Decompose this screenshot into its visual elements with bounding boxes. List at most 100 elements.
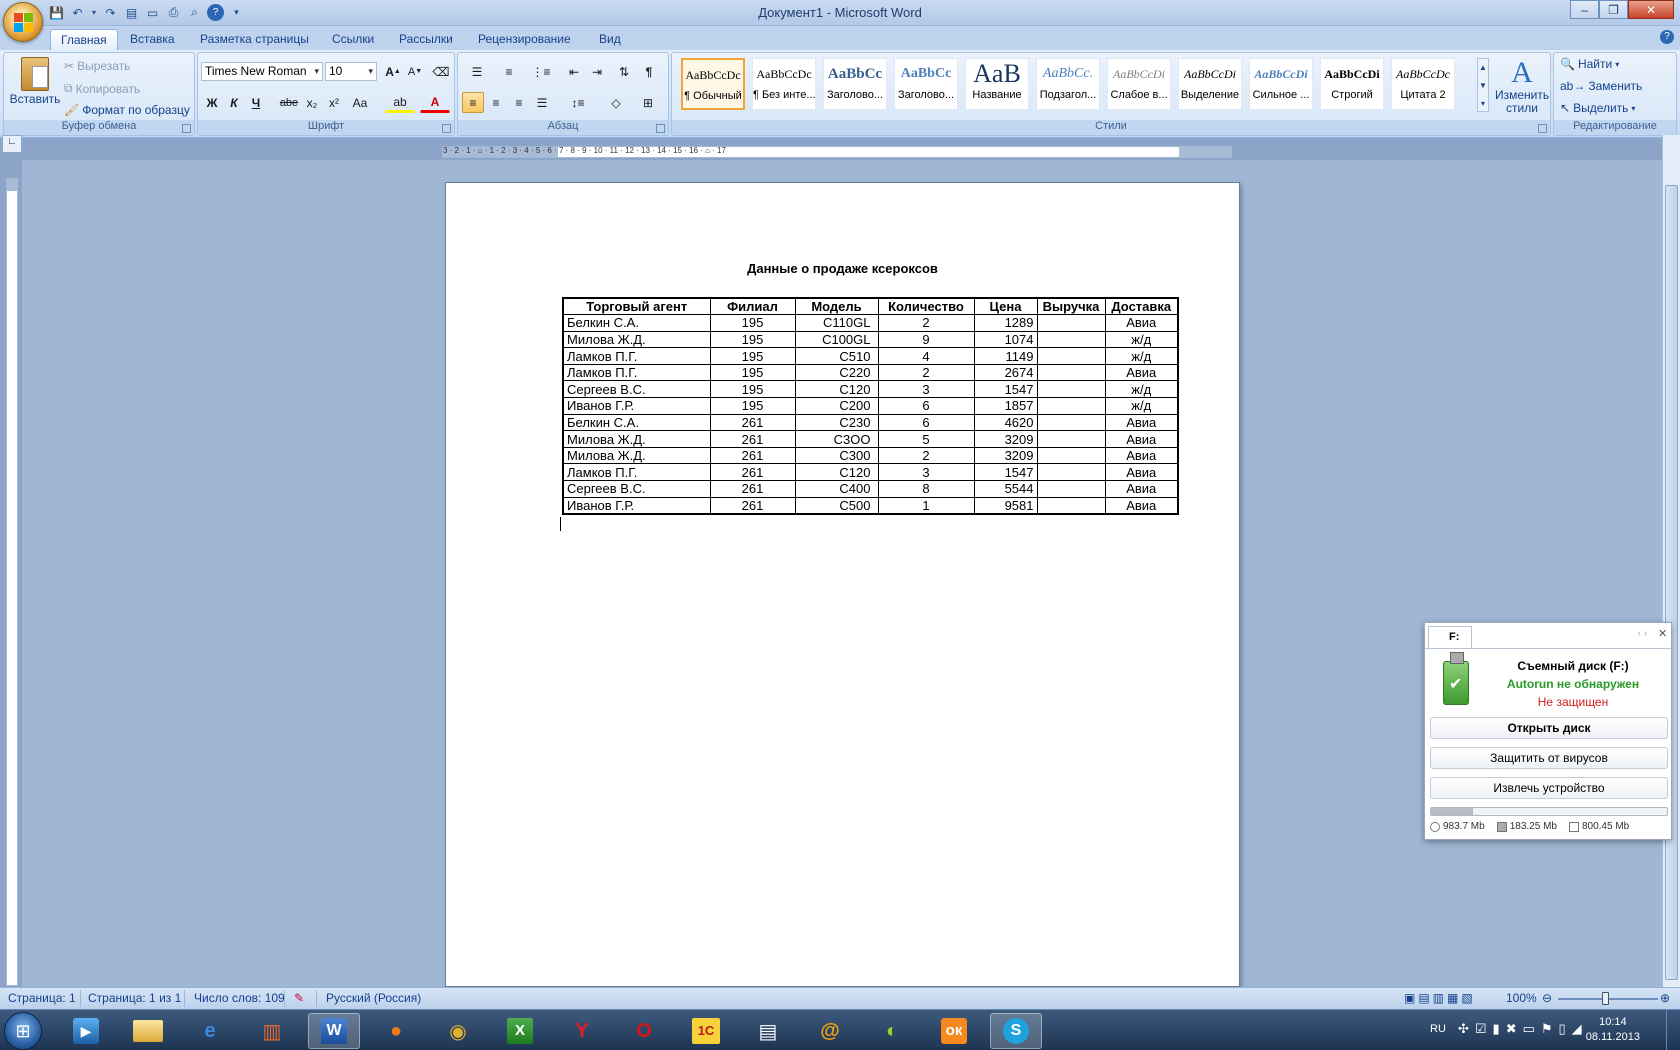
vertical-ruler[interactable] — [6, 178, 18, 986]
line-spacing-icon[interactable]: ↕≡ — [563, 92, 593, 113]
vertical-scrollbar[interactable] — [1662, 135, 1680, 987]
select-button[interactable]: ↖ Выделить ▾ — [1560, 101, 1635, 115]
paragraph-dialog-launcher-icon[interactable] — [656, 124, 665, 133]
tab-mailings[interactable]: Рассылки — [389, 29, 463, 50]
tab-insert[interactable]: Вставка — [120, 29, 185, 50]
word-taskbar-icon[interactable]: W — [308, 1013, 360, 1049]
zoom-in-icon[interactable]: ⊕ — [1660, 991, 1670, 1005]
tab-view[interactable]: Вид — [589, 29, 631, 50]
green-app-icon[interactable]: ◐ — [866, 1013, 918, 1049]
tab-selector-icon[interactable]: ∟ — [2, 135, 22, 153]
proofing-icon[interactable]: ✎ — [294, 991, 304, 1005]
borders-icon[interactable]: ⊞ — [633, 92, 663, 113]
align-left-icon[interactable]: ≡ — [462, 92, 484, 113]
minimize-button[interactable]: – — [1570, 0, 1599, 19]
ribbon-help-icon[interactable]: ? — [1660, 30, 1674, 44]
change-styles-button[interactable]: A Изменить стили — [1495, 57, 1549, 115]
strikethrough-button[interactable]: abe — [278, 92, 300, 113]
style-emphasis[interactable]: AaBbCcDi Выделение — [1178, 58, 1242, 110]
excel-icon[interactable]: X — [494, 1013, 546, 1049]
style-intense-emphasis[interactable]: AaBbCcDi Сильное ... — [1249, 58, 1313, 110]
align-right-icon[interactable]: ≡ — [508, 92, 530, 113]
tab-page-layout[interactable]: Разметка страницы — [190, 29, 319, 50]
clear-format-icon[interactable]: ⌫ — [430, 61, 452, 82]
decrease-indent-icon[interactable]: ⇤ — [563, 61, 585, 82]
firefox-icon[interactable]: ● — [370, 1013, 422, 1049]
font-dialog-launcher-icon[interactable] — [442, 124, 451, 133]
document-page[interactable]: Данные о продаже ксероксов Торговый аген… — [445, 182, 1240, 987]
grow-font-icon[interactable]: A ▲ — [382, 61, 404, 82]
chrome-icon[interactable]: ◉ — [432, 1013, 484, 1049]
shading-icon[interactable]: ◇ — [601, 92, 631, 113]
show-marks-icon[interactable]: ¶ — [638, 61, 660, 82]
increase-indent-icon[interactable]: ⇥ — [586, 61, 608, 82]
mail-agent-icon[interactable]: @ — [804, 1013, 856, 1049]
show-desktop-button[interactable] — [1666, 1010, 1680, 1050]
sort-icon[interactable]: ⇅ — [613, 61, 635, 82]
superscript-button[interactable]: x² — [323, 92, 345, 113]
style-heading1[interactable]: AaBbCc Заголово... — [823, 58, 887, 110]
language-indicator[interactable]: RU — [1430, 1023, 1446, 1035]
skype-icon[interactable]: S — [990, 1013, 1042, 1049]
styles-scroll-icon[interactable]: ▲ ▼ ▾ — [1477, 58, 1489, 112]
style-quote2[interactable]: AaBbCcDc Цитата 2 — [1391, 58, 1455, 110]
explorer-icon[interactable] — [122, 1013, 174, 1049]
opera-icon[interactable]: O — [618, 1013, 670, 1049]
odnoklassniki-icon[interactable]: ок — [928, 1013, 980, 1049]
media-player-icon[interactable]: ▶ — [60, 1013, 112, 1049]
restore-button[interactable]: ❐ — [1599, 0, 1628, 19]
popup-nav-arrows-icon[interactable]: ‹ › — [1638, 628, 1647, 639]
status-words[interactable]: Число слов: 109 — [194, 991, 285, 1005]
style-heading2[interactable]: AaBbCc Заголово... — [894, 58, 958, 110]
style-subtle-emphasis[interactable]: AaBbCcDi Слабое в... — [1107, 58, 1171, 110]
popup-close-icon[interactable]: × — [1658, 625, 1667, 642]
subscript-button[interactable]: x₂ — [301, 92, 323, 113]
horizontal-ruler[interactable]: 3 · 2 · 1 · ⌂ · 1 · 2 · 3 · 4 · 5 · 6 · … — [442, 146, 1232, 158]
zoom-out-icon[interactable]: ⊖ — [1542, 991, 1552, 1005]
change-case-button[interactable]: Aa — [346, 92, 374, 113]
status-language[interactable]: Русский (Россия) — [326, 991, 421, 1005]
tab-home[interactable]: Главная — [50, 29, 118, 50]
style-no-spacing[interactable]: AaBbCcDc ¶ Без инте... — [752, 58, 816, 110]
align-center-icon[interactable]: ≡ — [485, 92, 507, 113]
tab-references[interactable]: Ссылки — [322, 29, 384, 50]
style-title[interactable]: AaB Название — [965, 58, 1029, 110]
protect-button[interactable]: Защитить от вирусов — [1430, 747, 1668, 769]
close-button[interactable]: ✕ — [1628, 0, 1674, 19]
font-color-icon[interactable]: A — [420, 92, 450, 113]
style-strong[interactable]: AaBbCcDi Строгий — [1320, 58, 1384, 110]
popup-drive-tab[interactable]: F: — [1428, 626, 1472, 648]
status-page[interactable]: Страница: 1 — [8, 991, 76, 1005]
eject-button[interactable]: Извлечь устройство — [1430, 777, 1668, 799]
document-viewer-icon[interactable]: ▤ — [742, 1013, 794, 1049]
paste-button[interactable]: Вставить — [10, 57, 60, 106]
zoom-level[interactable]: 100% — [1506, 991, 1537, 1005]
dialog-launcher-icon[interactable] — [182, 124, 191, 133]
font-size-combo[interactable]: 10 — [325, 62, 377, 81]
bullets-icon[interactable]: ☰ — [462, 61, 492, 82]
format-painter-button[interactable]: 🖌 Формат по образцу — [64, 103, 190, 117]
justify-icon[interactable]: ☰ — [531, 92, 553, 113]
find-button[interactable]: 🔍 Найти ▾ — [1560, 57, 1619, 71]
styles-dialog-launcher-icon[interactable] — [1538, 124, 1547, 133]
underline-button[interactable]: Ч — [245, 92, 267, 113]
italic-button[interactable]: К — [223, 92, 245, 113]
view-buttons-icon[interactable]: ▣▤▥▦▧ — [1404, 991, 1476, 1005]
scrollbar-thumb[interactable] — [1665, 185, 1678, 980]
bold-button[interactable]: Ж — [201, 92, 223, 113]
tray-icons[interactable]: ✣☑▮✖▭⚑▯◢ — [1458, 1021, 1588, 1037]
onec-icon[interactable]: 1C — [680, 1013, 732, 1049]
highlight-icon[interactable]: ab — [385, 92, 415, 113]
font-family-combo[interactable]: Times New Roman — [201, 62, 323, 81]
replace-button[interactable]: ab→ Заменить — [1560, 79, 1642, 93]
clock[interactable]: 10:14 08.11.2013 — [1586, 1015, 1640, 1045]
sales-table[interactable]: Торговый агент Филиал Модель Количество … — [562, 297, 1179, 515]
yandex-icon[interactable]: Y — [556, 1013, 608, 1049]
numbering-icon[interactable]: ≡ — [494, 61, 524, 82]
office-button[interactable] — [3, 2, 43, 42]
style-normal[interactable]: AaBbCcDc ¶ Обычный — [681, 58, 745, 110]
style-subtitle[interactable]: AaBbCc. Подзагол... — [1036, 58, 1100, 110]
status-pages[interactable]: Страница: 1 из 1 — [88, 991, 181, 1005]
cut-button[interactable]: ✂ Вырезать — [64, 59, 130, 73]
open-disk-button[interactable]: Открыть диск — [1430, 717, 1668, 739]
